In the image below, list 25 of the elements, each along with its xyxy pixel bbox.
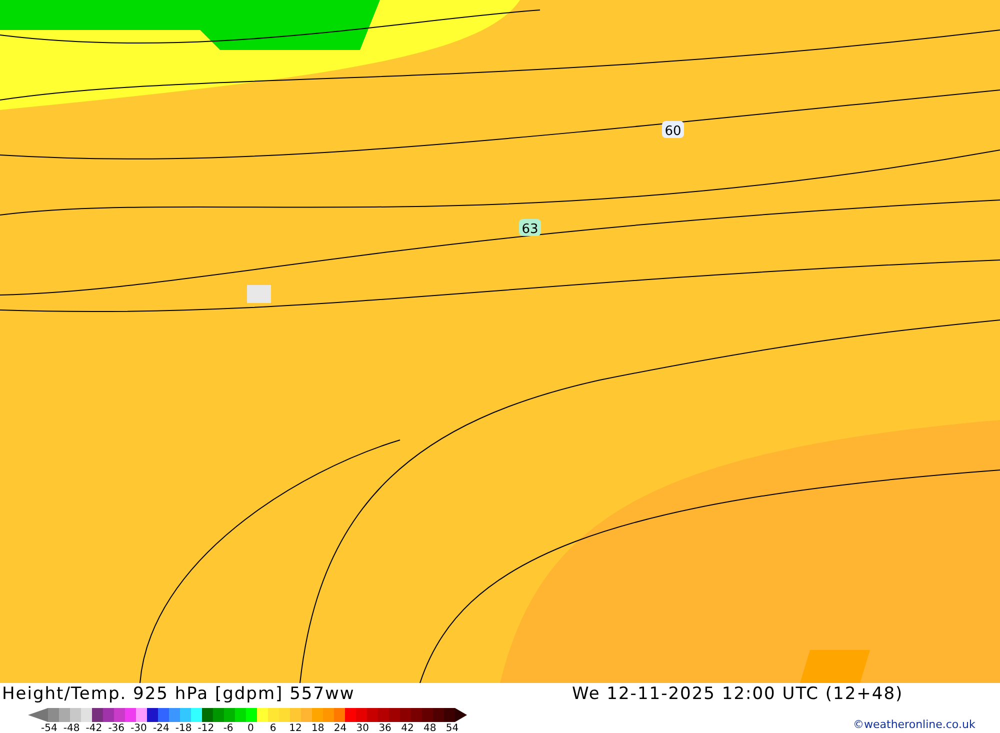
scale-tick-label: 18: [310, 723, 326, 733]
scale-tick-label: -30: [130, 723, 148, 733]
scale-tick-label: 0: [246, 723, 255, 733]
station-marker: [247, 285, 271, 303]
scale-tick-label: 54: [444, 723, 460, 733]
scale-tick-label: 30: [355, 723, 370, 733]
scale-tick-label: -24: [152, 723, 170, 733]
map-title: Height/Temp. 925 hPa [gdpm] 557ww: [2, 684, 355, 704]
scale-tick-label: 12: [288, 723, 303, 733]
credit-link[interactable]: ©weatheronline.co.uk: [853, 718, 976, 731]
scale-tick-label: -48: [62, 723, 81, 733]
scale-tick-label: 42: [400, 723, 415, 733]
scale-tick-label: -12: [196, 723, 216, 733]
scale-tick-label: 24: [332, 723, 348, 733]
scale-tick-label: 48: [422, 723, 438, 733]
contour-label: 60: [662, 121, 684, 139]
scale-tick-label: -36: [107, 723, 126, 733]
scale-tick-label: 36: [378, 723, 392, 733]
scale-tick-label: -6: [222, 723, 234, 733]
scale-tick-label: -54: [40, 723, 58, 733]
contour-label: 63: [519, 219, 541, 237]
scale-tick-label: -18: [174, 723, 193, 733]
scale-tick-label: -42: [84, 723, 104, 733]
valid-time: We 12-11-2025 12:00 UTC (12+48): [572, 684, 904, 704]
scale-tick-label: 6: [268, 723, 278, 733]
